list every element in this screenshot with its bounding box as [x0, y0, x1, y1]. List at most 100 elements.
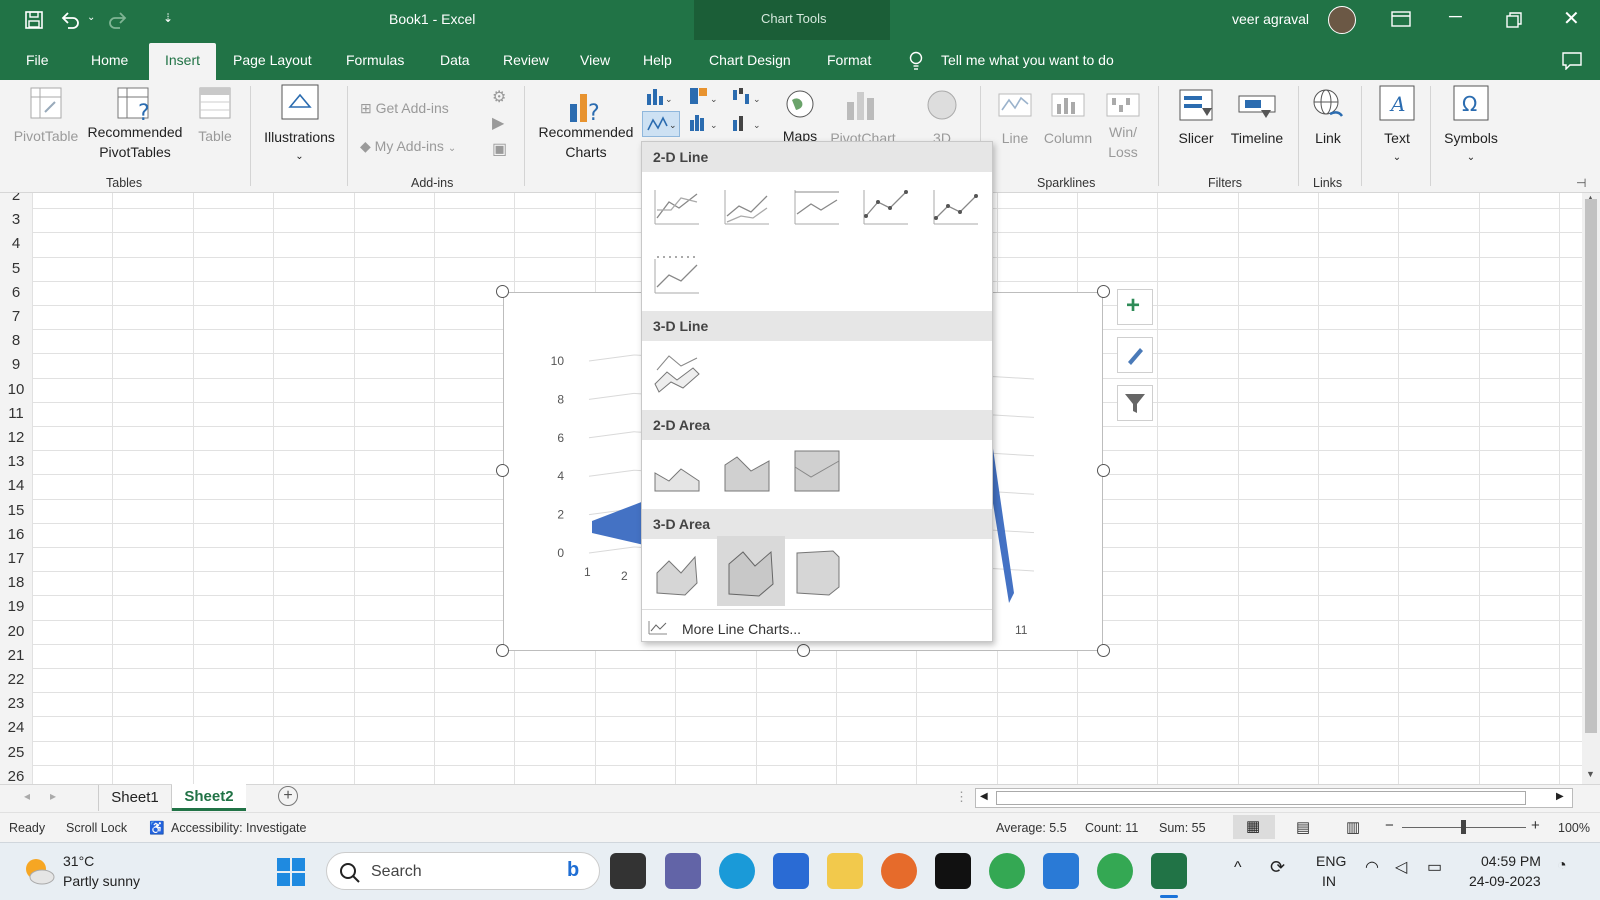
get-addins-button[interactable]: ⊞ Get Add-ins	[360, 98, 449, 118]
line-chart-option[interactable]	[647, 176, 705, 232]
addin-icon-2[interactable]: ▶	[492, 114, 504, 134]
tab-insert[interactable]: Insert	[149, 43, 216, 81]
status-count[interactable]: Count: 11	[1085, 821, 1138, 835]
row-header[interactable]: 3	[0, 208, 32, 233]
row-header[interactable]: 8	[0, 329, 32, 354]
horizontal-scroll-thumb[interactable]	[996, 791, 1526, 805]
windows-start-icon[interactable]	[276, 857, 306, 887]
ribbon-display-icon[interactable]	[1391, 11, 1411, 27]
tab-home[interactable]: Home	[91, 52, 128, 68]
row-header[interactable]: 13	[0, 450, 32, 475]
scroll-right-icon[interactable]: ▶	[1556, 791, 1564, 802]
waterfall-chart-icon[interactable]: ⌄	[731, 86, 761, 106]
firefox-icon[interactable]	[881, 853, 917, 889]
line-chart-button[interactable]: ⌄	[642, 111, 680, 137]
tab-chart-design[interactable]: Chart Design	[709, 52, 791, 68]
line-markers-option[interactable]	[856, 176, 914, 232]
file-explorer-icon[interactable]	[827, 853, 863, 889]
area-option[interactable]	[647, 443, 705, 499]
stacked-line-option[interactable]	[717, 176, 775, 232]
row-header[interactable]: 24	[0, 716, 32, 741]
100-stacked-area-option[interactable]	[787, 443, 845, 499]
excel-taskbar-icon[interactable]	[1151, 853, 1187, 889]
split-handle-icon[interactable]: ⋮	[955, 789, 968, 805]
row-header[interactable]: 26	[0, 764, 32, 784]
pivottable-button[interactable]: PivotTable	[11, 86, 81, 146]
vscode-icon[interactable]	[1043, 853, 1079, 889]
row-header[interactable]: 4	[0, 232, 32, 257]
tell-me-search[interactable]: Tell me what you want to do	[941, 52, 1114, 68]
row-header[interactable]: 6	[0, 280, 32, 305]
task-view-icon[interactable]	[610, 853, 646, 889]
zoom-slider-thumb[interactable]	[1461, 820, 1466, 834]
tab-data[interactable]: Data	[440, 52, 470, 68]
minimize-icon[interactable]: ─	[1449, 6, 1462, 27]
lang-eng[interactable]: ENG	[1316, 853, 1346, 869]
save-icon[interactable]	[25, 11, 43, 29]
status-average[interactable]: Average: 5.5	[996, 821, 1067, 835]
row-header[interactable]: 18	[0, 571, 32, 596]
3d-stacked-area-option[interactable]	[717, 536, 785, 606]
text-button[interactable]: A Text ⌄	[1376, 84, 1418, 168]
add-sheet-icon[interactable]: +	[278, 786, 298, 806]
clock-time[interactable]: 04:59 PM	[1481, 853, 1541, 869]
user-name[interactable]: veer agraval	[1232, 11, 1309, 27]
column-chart-icon[interactable]: ⌄	[645, 86, 673, 106]
chart-elements-button[interactable]: +	[1117, 289, 1153, 325]
normal-view-button[interactable]: ▦	[1233, 815, 1275, 839]
clock-date[interactable]: 24-09-2023	[1469, 873, 1541, 889]
sheet-tab-sheet2[interactable]: Sheet2	[172, 784, 246, 811]
resize-handle-tl[interactable]	[496, 285, 509, 298]
addin-icon-3[interactable]: ▣	[492, 140, 507, 160]
teams-icon[interactable]	[665, 853, 701, 889]
redo-icon[interactable]	[108, 11, 128, 29]
100-stacked-line-markers-option[interactable]	[647, 245, 705, 301]
status-sum[interactable]: Sum: 55	[1159, 821, 1206, 835]
vertical-scroll-thumb[interactable]	[1585, 199, 1597, 733]
illustrations-button[interactable]: Illustrations ⌄	[257, 83, 342, 167]
undo-dropdown-icon[interactable]: ⌄	[87, 12, 95, 23]
chrome-icon[interactable]	[989, 853, 1025, 889]
page-layout-view-icon[interactable]: ▤	[1296, 818, 1310, 836]
row-header[interactable]: 11	[0, 401, 32, 426]
adobe-icon[interactable]	[935, 853, 971, 889]
sheet-tab-sheet1[interactable]: Sheet1	[98, 785, 172, 811]
tab-file[interactable]: File	[26, 52, 49, 68]
resize-handle-tr[interactable]	[1097, 285, 1110, 298]
chrome-profile-icon[interactable]	[1097, 853, 1133, 889]
close-icon[interactable]: ✕	[1563, 6, 1580, 31]
bing-icon[interactable]: b	[567, 859, 579, 882]
wifi-icon[interactable]: ◠	[1365, 857, 1379, 877]
recommended-charts-button[interactable]: ? Recommended Charts	[536, 86, 636, 162]
next-sheet-icon[interactable]: ▸	[50, 789, 56, 803]
3d-area-option[interactable]	[647, 543, 705, 599]
zoom-in-icon[interactable]: +	[1531, 817, 1540, 834]
3d-100-stacked-area-option[interactable]	[787, 543, 845, 599]
addin-icon-1[interactable]: ⚙	[492, 88, 506, 108]
tab-review[interactable]: Review	[503, 52, 549, 68]
customize-qat-icon[interactable]: ⇣	[163, 11, 173, 25]
row-header[interactable]: 5	[0, 256, 32, 281]
chevron-up-icon[interactable]: ^	[1234, 859, 1242, 877]
resize-handle-ml[interactable]	[496, 464, 509, 477]
timeline-button[interactable]: Timeline	[1228, 88, 1286, 148]
vertical-scrollbar[interactable]: ▲ ▼	[1582, 193, 1600, 784]
weather-icon[interactable]	[22, 855, 56, 887]
sparkline-line-button[interactable]: Line	[995, 88, 1035, 148]
line-chart-dropdown[interactable]: 2-D Line 3-D Line 2-D Area 3-D Area More…	[641, 141, 993, 642]
combo-chart-icon[interactable]: ⌄	[731, 112, 761, 132]
chart-styles-button[interactable]	[1117, 337, 1153, 373]
row-header[interactable]: 25	[0, 740, 32, 765]
stacked-area-option[interactable]	[717, 443, 775, 499]
tab-page-layout[interactable]: Page Layout	[233, 52, 312, 68]
notification-icon[interactable]: ◔	[1557, 857, 1567, 875]
resize-handle-bm[interactable]	[797, 644, 810, 657]
undo-icon[interactable]	[60, 11, 80, 29]
row-header[interactable]: 7	[0, 305, 32, 330]
my-addins-button[interactable]: ◆ My Add-ins ⌄	[360, 136, 456, 159]
scroll-down-icon[interactable]: ▼	[1586, 769, 1595, 779]
hierarchy-chart-icon[interactable]: ⌄	[688, 86, 718, 106]
page-break-view-icon[interactable]: ▥	[1346, 818, 1360, 836]
horizontal-scrollbar[interactable]: ◀ ▶	[975, 788, 1573, 808]
row-header[interactable]: 17	[0, 547, 32, 572]
